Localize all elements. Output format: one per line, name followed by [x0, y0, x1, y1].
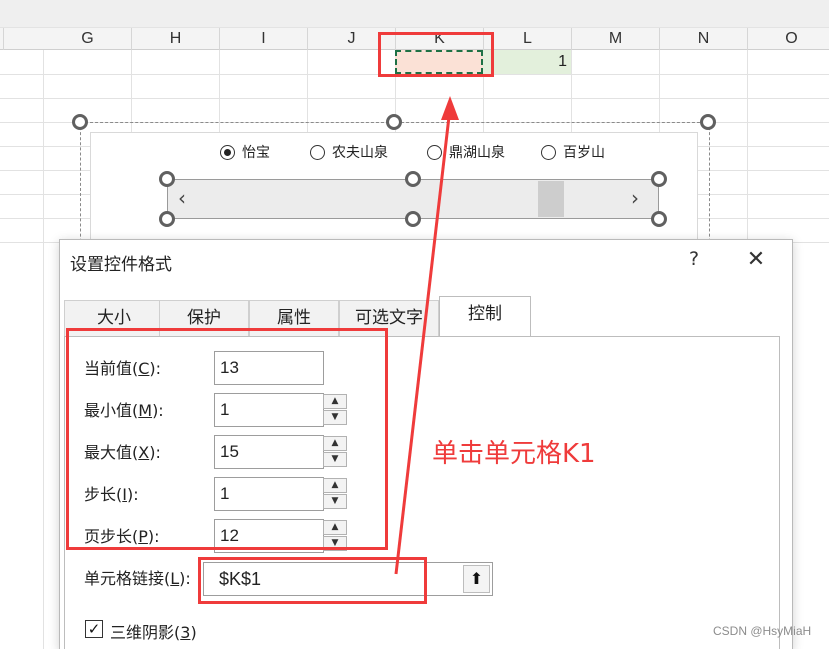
dialog-title: 设置控件格式: [70, 255, 172, 275]
annotation-box-fields: [66, 328, 388, 550]
resize-handle[interactable]: [159, 171, 175, 187]
column-header-i[interactable]: I: [220, 28, 308, 50]
column-header-o[interactable]: O: [748, 28, 829, 50]
cell-link-label: 单元格链接(L):: [84, 569, 191, 588]
radio-option-yibao[interactable]: 怡宝: [220, 142, 270, 162]
resize-handle[interactable]: [651, 211, 667, 227]
help-icon[interactable]: ?: [682, 248, 706, 272]
column-header-f[interactable]: F: [0, 28, 4, 50]
column-header-n[interactable]: N: [660, 28, 748, 50]
radio-icon[interactable]: [541, 144, 556, 160]
radio-label: 怡宝: [242, 145, 270, 161]
radio-label: 鼎湖山泉: [449, 145, 505, 161]
resize-handle[interactable]: [651, 171, 667, 187]
radio-checked-icon[interactable]: [220, 144, 235, 160]
collapse-dialog-icon[interactable]: ⬆: [463, 565, 490, 593]
radio-icon[interactable]: [427, 144, 442, 160]
radio-icon[interactable]: [310, 144, 325, 160]
ribbon-strip: [0, 0, 829, 28]
column-header-m[interactable]: M: [572, 28, 660, 50]
radio-label: 百岁山: [563, 145, 605, 161]
shading-checkbox[interactable]: ✓: [85, 620, 103, 638]
watermark: CSDN @HsyMiaH: [713, 624, 812, 638]
resize-handle[interactable]: [159, 211, 175, 227]
column-header-g[interactable]: G: [44, 28, 132, 50]
resize-handle[interactable]: [72, 114, 88, 130]
scrollbar-thumb[interactable]: [538, 181, 564, 217]
radio-label: 农夫山泉: [332, 145, 388, 161]
resize-handle[interactable]: [405, 171, 421, 187]
column-header-l[interactable]: L: [484, 28, 572, 50]
resize-handle[interactable]: [386, 114, 402, 130]
radio-option-nongfu[interactable]: 农夫山泉: [310, 142, 388, 162]
shading-label: 三维阴影(3): [110, 623, 197, 642]
radio-option-dinghu[interactable]: 鼎湖山泉: [427, 142, 505, 162]
chevron-left-icon[interactable]: ‹: [178, 188, 186, 208]
close-icon[interactable]: ✕: [744, 248, 768, 272]
grid-line: [43, 50, 44, 649]
resize-handle[interactable]: [405, 211, 421, 227]
radio-option-baisui[interactable]: 百岁山: [541, 142, 605, 162]
annotation-box-cell-link: [198, 557, 427, 604]
tab-control[interactable]: 控制: [439, 296, 531, 337]
grid-line: [0, 98, 829, 99]
annotation-box-k1: [378, 32, 494, 77]
column-header-h[interactable]: H: [132, 28, 220, 50]
cell-l1[interactable]: 1: [483, 50, 571, 74]
resize-handle[interactable]: [700, 114, 716, 130]
chevron-right-icon[interactable]: ›: [631, 188, 639, 208]
annotation-text: 单击单元格K1: [432, 439, 596, 469]
